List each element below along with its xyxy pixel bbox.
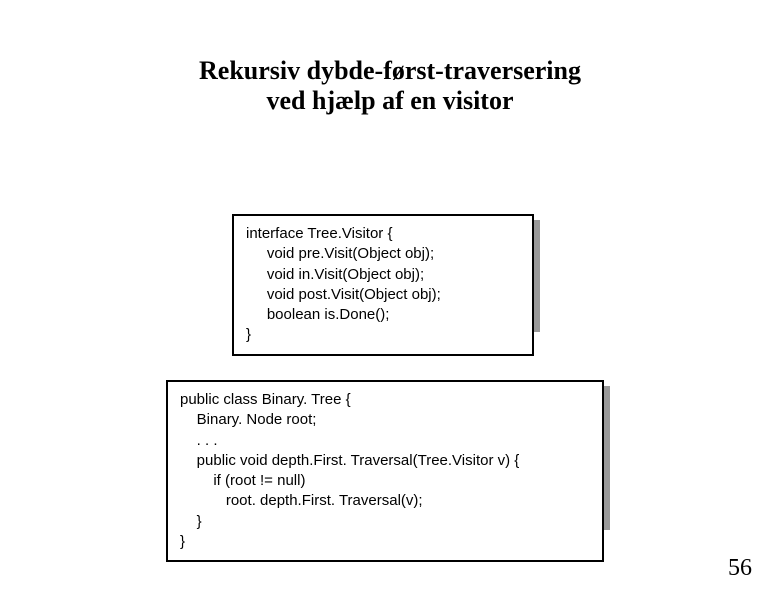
slide-title: Rekursiv dybde-først-traversering ved hj…: [0, 56, 780, 116]
code-content-2: public class Binary. Tree { Binary. Node…: [166, 380, 604, 562]
code-content-1: interface Tree.Visitor { void pre.Visit(…: [232, 214, 534, 356]
title-line-1: Rekursiv dybde-først-traversering: [199, 56, 581, 85]
code-block-class: public class Binary. Tree { Binary. Node…: [166, 380, 604, 562]
page-number: 56: [728, 555, 752, 582]
title-line-2: ved hjælp af en visitor: [267, 86, 514, 115]
code-block-interface: interface Tree.Visitor { void pre.Visit(…: [232, 214, 534, 356]
